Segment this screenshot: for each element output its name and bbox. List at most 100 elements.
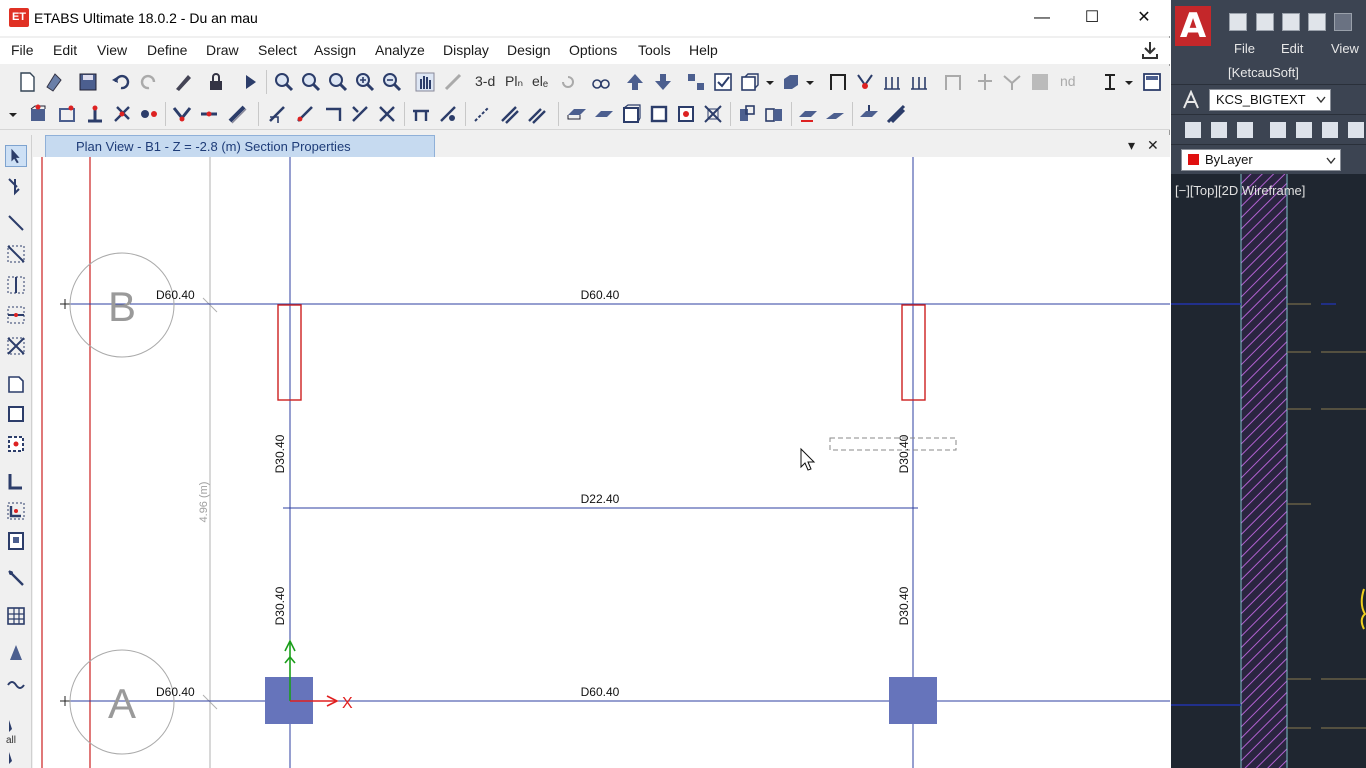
reshape-icon[interactable] [5, 175, 27, 197]
extrude-icon[interactable] [780, 71, 802, 93]
pan-icon[interactable] [414, 71, 436, 93]
menu-define[interactable]: Define [147, 42, 187, 58]
draw-opening-icon[interactable] [702, 103, 724, 125]
wave-icon[interactable] [5, 673, 27, 695]
sheet-set-icon[interactable] [1348, 122, 1364, 138]
tab-close-button[interactable]: ✕ [1147, 137, 1159, 154]
area-icon[interactable] [5, 373, 27, 395]
rotate-icon[interactable] [557, 71, 579, 93]
draw-column-icon[interactable] [266, 103, 288, 125]
chevron-down-icon[interactable] [1123, 71, 1135, 93]
acad-brand-menu[interactable]: [KetcauSoft] [1228, 65, 1299, 80]
move-up-icon[interactable] [624, 71, 646, 93]
redo-icon[interactable] [138, 71, 160, 93]
draw-joint-icon[interactable] [27, 103, 49, 125]
save-icon[interactable] [77, 71, 99, 93]
plan-drawing[interactable]: 4.96 (m) B A X D60.40 D60.40 D22.40 D60.… [33, 157, 1170, 768]
draw-point-icon[interactable] [56, 103, 78, 125]
draw-wall-stack-icon[interactable] [736, 103, 758, 125]
open-icon[interactable] [43, 71, 65, 93]
link-icon[interactable] [5, 567, 27, 589]
zoom-out-icon[interactable] [381, 71, 403, 93]
line-icon[interactable] [5, 212, 27, 234]
view-3d-button[interactable]: 3-d [475, 73, 495, 89]
autocad-drawing[interactable] [1171, 174, 1366, 768]
menu-assign[interactable]: Assign [314, 42, 356, 58]
tendon-icon[interactable] [5, 642, 27, 664]
new-icon[interactable] [1185, 122, 1201, 138]
draw-wall-icon[interactable] [322, 103, 344, 125]
draw-wall-opening-icon[interactable] [763, 103, 785, 125]
acad-menu-view[interactable]: View [1331, 41, 1359, 56]
window-layout-icon[interactable] [1141, 71, 1163, 93]
select-pointer-icon[interactable] [5, 749, 19, 768]
viewport-controls[interactable]: [−][Top][2D Wireframe] [1175, 183, 1305, 198]
text-style-combo[interactable]: KCS_BIGTEXT [1209, 89, 1331, 111]
undo-icon[interactable] [110, 71, 132, 93]
draw-rebar-icon[interactable] [498, 103, 520, 125]
menu-select[interactable]: Select [258, 42, 297, 58]
draw-beam-icon[interactable] [226, 103, 248, 125]
draw-section-cut-icon[interactable] [858, 103, 880, 125]
layer-color-combo[interactable]: ByLayer [1181, 149, 1341, 171]
frame-select-icon[interactable] [5, 243, 27, 265]
acad-menu-file[interactable]: File [1234, 41, 1255, 56]
draw-frame-icon[interactable] [84, 103, 106, 125]
quick-draw-brace-icon[interactable] [376, 103, 398, 125]
contour-icon[interactable] [1029, 71, 1051, 93]
lock-icon[interactable] [205, 71, 227, 93]
joint-icon[interactable] [854, 71, 876, 93]
save-as-icon[interactable] [1308, 13, 1326, 31]
close-button[interactable]: ✕ [1129, 6, 1159, 30]
run-icon[interactable] [239, 71, 261, 93]
zoom-all-icon[interactable] [327, 71, 349, 93]
menu-file[interactable]: File [11, 42, 34, 58]
chevron-down-icon[interactable] [1316, 96, 1326, 104]
chevron-down-icon[interactable] [8, 103, 18, 125]
divide-icon[interactable] [198, 103, 220, 125]
draw-area-icon[interactable] [620, 103, 642, 125]
beam-select-icon[interactable] [5, 304, 27, 326]
draw-null-line-icon[interactable] [471, 103, 493, 125]
new-model-icon[interactable] [16, 71, 38, 93]
display-options-icon[interactable] [739, 71, 761, 93]
open-file-icon[interactable] [1256, 13, 1274, 31]
perspective-icon[interactable] [590, 71, 612, 93]
chevron-down-icon[interactable] [1326, 157, 1336, 165]
quick-draw-area-icon[interactable] [675, 103, 697, 125]
maximize-button[interactable]: ☐ [1077, 6, 1107, 30]
grid-icon[interactable] [5, 605, 27, 627]
zoom-window-icon[interactable] [273, 71, 295, 93]
quick-draw-beam-icon[interactable] [349, 103, 371, 125]
set-display-icon[interactable] [712, 71, 734, 93]
column-block[interactable] [889, 677, 937, 724]
quick-area-icon[interactable] [5, 433, 27, 455]
menu-view[interactable]: View [97, 42, 127, 58]
menu-design[interactable]: Design [507, 42, 551, 58]
acad-menu-edit[interactable]: Edit [1281, 41, 1303, 56]
zoom-restore-icon[interactable] [300, 71, 322, 93]
replicate-icon[interactable] [171, 103, 193, 125]
rectangle-area-icon[interactable] [5, 403, 27, 425]
assign-support-icon[interactable] [881, 71, 903, 93]
text-cursor-icon[interactable] [1099, 71, 1121, 93]
draw-tendon-icon[interactable] [437, 103, 459, 125]
text-style-icon[interactable] [1181, 90, 1203, 110]
pencil-icon[interactable] [172, 71, 194, 93]
dashed-selection-box[interactable] [829, 437, 957, 451]
menu-analyze[interactable]: Analyze [375, 42, 425, 58]
hatched-wall[interactable] [1241, 174, 1287, 768]
chevron-down-icon[interactable] [764, 71, 776, 93]
draw-brace-icon[interactable] [111, 103, 133, 125]
draw-ramp-icon[interactable] [824, 103, 846, 125]
plot-preview-icon[interactable] [1296, 122, 1312, 138]
open-icon[interactable] [1211, 122, 1227, 138]
draw-stair-icon[interactable] [797, 103, 819, 125]
draw-design-strip-icon[interactable] [885, 103, 907, 125]
draw-link-spring-icon[interactable] [410, 103, 432, 125]
draw-rect-area-icon[interactable] [648, 103, 670, 125]
elevation-view-button[interactable]: elₑ [532, 73, 548, 89]
save-icon[interactable] [1237, 122, 1253, 138]
menu-display[interactable]: Display [443, 42, 489, 58]
object-shrink-icon[interactable] [685, 71, 707, 93]
